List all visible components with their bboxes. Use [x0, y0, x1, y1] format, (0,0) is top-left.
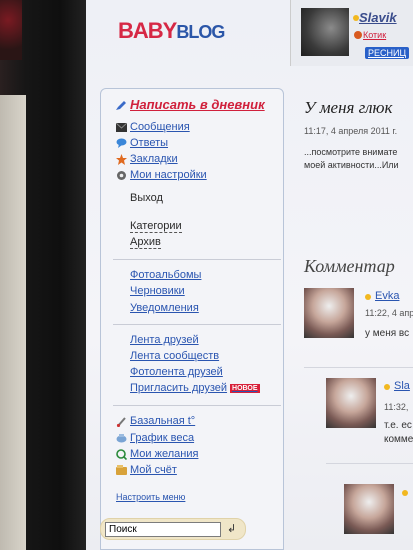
commenter-avatar[interactable]	[344, 484, 394, 534]
post-excerpt: ...посмотрите внимате моей активности...…	[304, 146, 413, 172]
post-excerpt-line: моей активности...Или	[304, 160, 399, 170]
sidebar-item-invite-friends[interactable]: Пригласить друзей НОВОЕ	[130, 382, 260, 394]
comment-divider	[326, 463, 413, 464]
sidebar-item-my-account[interactable]: Мой счёт	[115, 462, 177, 478]
archive-link[interactable]: Архив	[130, 236, 161, 249]
comment-item: Evka 11:22, 4 апр у меня вс	[304, 288, 413, 348]
user-avatar[interactable]	[301, 8, 349, 56]
comments-title: Комментар	[304, 256, 395, 276]
comment-item: Sla 11:32, т.е. ес комме	[326, 378, 413, 448]
logo-part-2: BLOG	[176, 22, 225, 42]
wish-icon	[115, 448, 127, 460]
commenter-name[interactable]: Evka	[375, 290, 399, 302]
divider	[113, 259, 281, 260]
post-date: 11:17, 4 апреля 2011 г.	[304, 126, 398, 136]
pet-icon	[354, 31, 362, 39]
pencil-icon	[115, 99, 127, 111]
post-excerpt-line: ...посмотрите внимате	[304, 147, 398, 157]
comment-text: комме	[384, 434, 413, 445]
sidebar-item-label: Закладки	[130, 153, 178, 165]
logout-link[interactable]: Выход	[130, 192, 163, 204]
comment-time: 11:22, 4 апр	[365, 308, 413, 318]
wallet-icon	[115, 464, 127, 476]
user-sub-link[interactable]: Котик	[363, 30, 386, 40]
enter-icon[interactable]: ↲	[227, 522, 236, 535]
commenter-name[interactable]: Sla	[394, 380, 410, 392]
sidebar-item-weight-chart[interactable]: График веса	[115, 430, 194, 446]
sidebar-item-label: Мой счёт	[130, 464, 177, 476]
wall-background	[0, 95, 26, 550]
user-name-link[interactable]: Slavik	[359, 10, 397, 25]
sidebar-item-settings[interactable]: Мои настройки	[115, 167, 207, 183]
divider	[113, 324, 281, 325]
new-badge: НОВОЕ	[230, 383, 260, 393]
speech-bubble-icon	[115, 137, 127, 149]
write-diary-link[interactable]: Написать в дневник	[115, 97, 265, 112]
sidebar-item-basal-temp[interactable]: Базальная t°	[115, 413, 195, 429]
sidebar-item-label: График веса	[130, 432, 195, 444]
post-title[interactable]: У меня глюк	[304, 98, 392, 118]
comment-text: т.е. ес	[384, 420, 412, 431]
sidebar-item-wishes[interactable]: Мои желания	[115, 446, 198, 462]
star-icon	[115, 153, 127, 165]
user-bar: Slavik Котик РЕСНИЦ	[290, 0, 413, 66]
comment-divider	[304, 367, 413, 368]
sidebar-menu: Написать в дневник Сообщения Ответы Закл…	[100, 88, 284, 550]
gear-icon	[115, 169, 127, 181]
sidebar-item-messages[interactable]: Сообщения	[115, 119, 190, 135]
scale-icon	[115, 432, 127, 444]
babyblog-logo[interactable]: BABYBLOG	[118, 18, 225, 44]
sidebar-item-label: Мои настройки	[130, 169, 207, 181]
sidebar-item-label: Сообщения	[130, 121, 190, 133]
sidebar-item-replies[interactable]: Ответы	[115, 135, 168, 151]
background-object	[0, 0, 22, 60]
sidebar-item-label: Мои желания	[130, 448, 199, 460]
online-status-icon	[384, 384, 390, 390]
search-input[interactable]	[105, 522, 221, 537]
online-status-icon	[365, 294, 371, 300]
sidebar-item-label: Пригласить друзей	[130, 382, 228, 394]
browser-viewport: BABYBLOG Slavik Котик РЕСНИЦ Написать в …	[86, 0, 413, 550]
user-action-button[interactable]: РЕСНИЦ	[365, 47, 410, 59]
thermometer-icon	[115, 415, 127, 427]
sidebar-item-bookmarks[interactable]: Закладки	[115, 151, 178, 167]
online-status-icon	[402, 490, 408, 496]
sidebar-item-drafts[interactable]: Черновики	[130, 285, 185, 297]
commenter-avatar[interactable]	[304, 288, 354, 338]
envelope-icon	[115, 121, 127, 133]
comment-time: 11:32,	[384, 402, 409, 412]
configure-menu-link[interactable]: Настроить меню	[116, 492, 185, 502]
comment-item	[344, 484, 413, 550]
sidebar-item-label: Ответы	[130, 137, 169, 149]
comment-text: у меня вс	[365, 328, 410, 339]
sidebar-item-label: Базальная t°	[130, 415, 196, 427]
write-diary-label: Написать в дневник	[130, 97, 265, 112]
sidebar-item-friends-photo-feed[interactable]: Фотолента друзей	[130, 366, 223, 378]
commenter-avatar[interactable]	[326, 378, 376, 428]
logo-part-1: BABY	[118, 18, 177, 43]
sidebar-item-friends-feed[interactable]: Лента друзей	[130, 334, 199, 346]
search-box: ↲	[100, 518, 246, 540]
divider	[113, 405, 281, 406]
sidebar-item-notifications[interactable]: Уведомления	[130, 302, 199, 314]
sidebar-item-communities-feed[interactable]: Лента сообществ	[130, 350, 219, 362]
categories-link[interactable]: Категории	[130, 220, 182, 233]
sidebar-item-photo-albums[interactable]: Фотоальбомы	[130, 269, 201, 281]
